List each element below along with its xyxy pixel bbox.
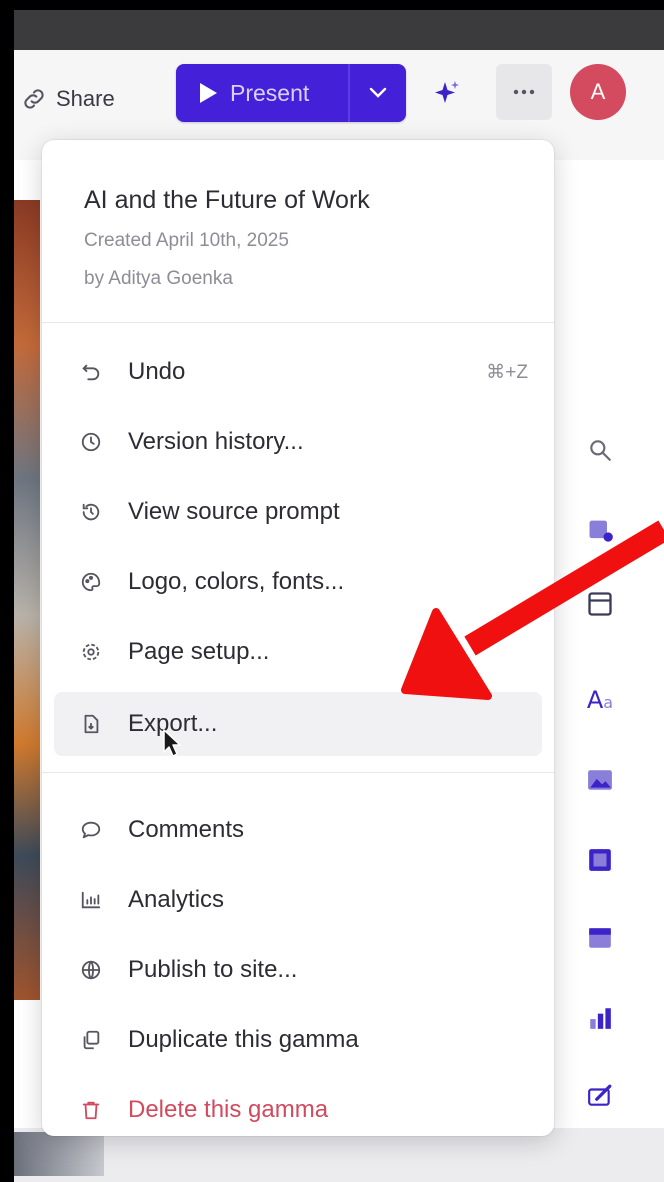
menu-item-delete[interactable]: Delete this gamma — [54, 1078, 542, 1142]
cards-settings-icon[interactable] — [583, 513, 617, 547]
ai-sparkle-icon[interactable] — [432, 78, 462, 108]
clock-icon — [78, 429, 104, 455]
ellipsis-icon — [513, 89, 535, 95]
comment-icon — [78, 817, 104, 843]
menu-item-label: Analytics — [128, 886, 225, 913]
menu-divider — [42, 322, 554, 323]
mouse-cursor-icon — [163, 729, 181, 757]
menu-item-view-source-prompt[interactable]: View source prompt — [54, 480, 542, 544]
menu-item-label: Delete this gamma — [128, 1096, 329, 1123]
menu-item-page-setup[interactable]: Page setup... — [54, 620, 542, 684]
play-icon — [200, 83, 217, 103]
menu-item-label: Version history... — [128, 428, 304, 455]
menu-item-label: View source prompt — [128, 498, 340, 525]
globe-icon — [78, 957, 104, 983]
duplicate-icon — [78, 1027, 104, 1053]
menu-item-label: Duplicate this gamma — [128, 1026, 359, 1053]
right-toolbar: Aa — [579, 425, 629, 1125]
present-label: Present — [230, 79, 310, 106]
present-options-button[interactable] — [350, 64, 406, 122]
palette-icon — [78, 569, 104, 595]
user-avatar[interactable]: A — [570, 64, 626, 120]
history-icon — [78, 499, 104, 525]
doc-title: AI and the Future of Work — [84, 186, 370, 214]
share-button[interactable]: Share — [20, 82, 115, 116]
share-label: Share — [56, 86, 115, 111]
menu-divider — [42, 772, 554, 773]
undo-icon — [78, 359, 104, 385]
menu-item-publish-to-site[interactable]: Publish to site... — [54, 938, 542, 1002]
menu-item-analytics[interactable]: Analytics — [54, 868, 542, 932]
table-icon[interactable] — [583, 921, 617, 955]
menu-item-label: Undo — [128, 358, 186, 385]
menu-item-logo-colors-fonts[interactable]: Logo, colors, fonts... — [54, 550, 542, 614]
menu-item-label: Comments — [128, 816, 245, 843]
menu-item-label: Publish to site... — [128, 956, 298, 983]
edit-form-icon[interactable] — [583, 1079, 617, 1113]
app-window: Share Present A Aa AI and the Future of … — [14, 10, 664, 1182]
layout-icon[interactable] — [583, 587, 617, 621]
menu-item-export[interactable]: Export... — [54, 692, 542, 756]
doc-created-date: Created April 10th, 2025 — [84, 230, 289, 251]
present-button[interactable]: Present — [176, 64, 348, 122]
doc-author: by Aditya Goenka — [84, 268, 233, 289]
text-style-icon[interactable]: Aa — [583, 683, 617, 717]
more-options-menu: AI and the Future of Work Created April … — [42, 140, 554, 1136]
chart-icon — [78, 887, 104, 913]
image-icon[interactable] — [583, 763, 617, 797]
menu-item-label: Logo, colors, fonts... — [128, 568, 345, 595]
gear-icon — [78, 639, 104, 665]
search-icon[interactable] — [583, 433, 617, 467]
menu-item-duplicate[interactable]: Duplicate this gamma — [54, 1008, 542, 1072]
menu-item-undo[interactable]: Undo ⌘+Z — [54, 340, 542, 404]
title-bar — [14, 10, 664, 50]
present-button-group: Present — [176, 64, 406, 122]
link-icon — [24, 89, 44, 109]
video-icon[interactable] — [583, 843, 617, 877]
undo-shortcut: ⌘+Z — [486, 361, 528, 383]
trash-icon — [78, 1097, 104, 1123]
menu-item-version-history[interactable]: Version history... — [54, 410, 542, 474]
file-export-icon — [78, 711, 104, 737]
menu-item-label: Page setup... — [128, 638, 270, 665]
menu-item-comments[interactable]: Comments — [54, 798, 542, 862]
more-options-button[interactable] — [496, 64, 552, 120]
chevron-down-icon — [369, 87, 387, 98]
slide-preview-edge — [14, 200, 40, 1000]
bar-chart-icon[interactable] — [583, 1001, 617, 1035]
